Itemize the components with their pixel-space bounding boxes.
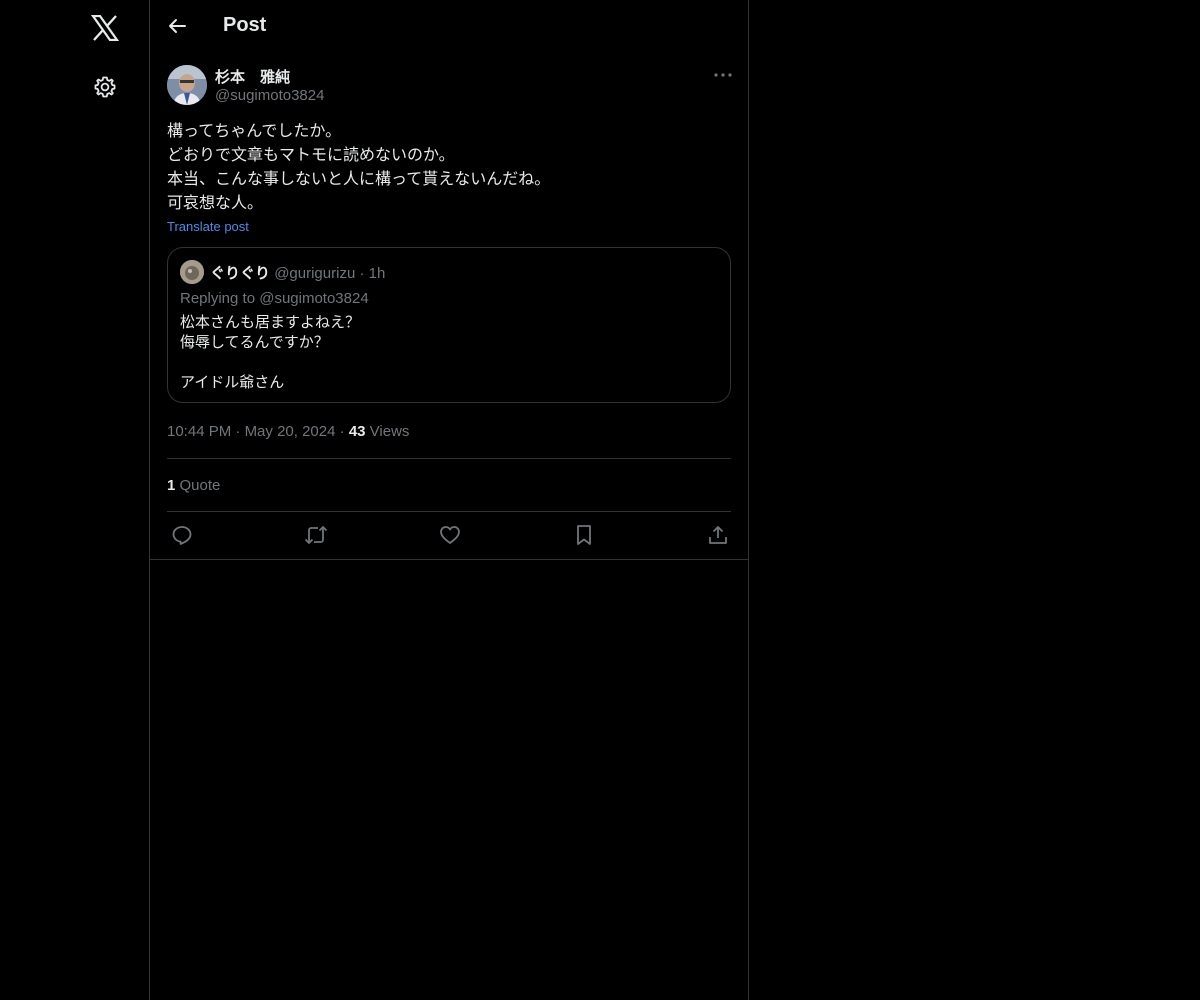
post-time[interactable]: 10:44 PM bbox=[167, 423, 231, 440]
quoted-avatar[interactable] bbox=[180, 260, 204, 284]
separator-dot: · bbox=[359, 265, 365, 282]
replying-to: Replying to @sugimoto3824 bbox=[180, 290, 369, 307]
quoted-post[interactable]: ぐりぐり @gurigurizu · 1h Replying to @sugim… bbox=[167, 247, 731, 403]
post-date[interactable]: May 20, 2024 bbox=[245, 423, 336, 440]
reply-icon[interactable] bbox=[169, 522, 195, 548]
quoted-name[interactable]: ぐりぐり bbox=[210, 265, 270, 282]
post-text-line: 構ってちゃんでしたか。 bbox=[167, 123, 342, 140]
bookmark-icon[interactable] bbox=[571, 522, 597, 548]
translate-post-link[interactable]: Translate post bbox=[167, 219, 249, 234]
quoted-text-line: 侮辱してるんですか？ bbox=[180, 334, 329, 351]
quote-count: 1 bbox=[167, 477, 176, 494]
views-count: 43 bbox=[348, 423, 366, 440]
separator-dot: · bbox=[235, 423, 245, 440]
post-meta: 10:44 PM · May 20, 2024 · 43 Views bbox=[167, 423, 409, 440]
views-label: Views bbox=[369, 423, 410, 440]
like-icon[interactable] bbox=[437, 522, 463, 548]
quoted-text-line bbox=[180, 353, 360, 373]
action-bar bbox=[167, 522, 731, 548]
post-text: 構ってちゃんでしたか。 どおりで文章もマトモに読めないのか。 本当、こんな事しな… bbox=[167, 120, 727, 216]
page-title: Post bbox=[223, 14, 267, 36]
quoted-text-line: アイドル爺さん bbox=[180, 374, 285, 391]
share-icon[interactable] bbox=[705, 522, 731, 548]
arrow-left-icon[interactable] bbox=[164, 13, 190, 39]
divider bbox=[150, 559, 748, 560]
post-text-line: 本当、こんな事しないと人に構って貰えないんだね。 bbox=[167, 171, 551, 188]
quote-label: Quote bbox=[179, 477, 221, 494]
repost-icon[interactable] bbox=[303, 522, 329, 548]
main-column: Post 杉本 雅純 @sugimoto3824 構ってちゃんでしたか。 どおり… bbox=[149, 0, 749, 1000]
post-text-line: どおりで文章もマトモに読めないのか。 bbox=[167, 147, 455, 164]
header: Post bbox=[150, 0, 748, 53]
divider bbox=[167, 458, 731, 459]
left-nav bbox=[0, 0, 149, 1000]
quoted-text-line: 松本さんも居ますよねえ？ bbox=[180, 314, 361, 331]
post-text-line: 可哀想な人。 bbox=[167, 195, 264, 212]
author-handle[interactable]: @sugimoto3824 bbox=[215, 87, 324, 104]
author-name[interactable]: 杉本 雅純 bbox=[215, 66, 290, 87]
quoted-time[interactable]: 1h bbox=[369, 265, 386, 282]
quoted-handle[interactable]: @gurigurizu bbox=[274, 265, 355, 282]
quoted-text: 松本さんも居ますよねえ？ 侮辱してるんですか？ アイドル爺さん bbox=[180, 313, 360, 393]
quoted-header: ぐりぐり @gurigurizu · 1h bbox=[210, 262, 385, 283]
more-options-icon[interactable] bbox=[710, 64, 736, 86]
quotes-count-link[interactable]: 1 Quote bbox=[167, 477, 220, 494]
separator-dot: · bbox=[339, 423, 349, 440]
author-avatar[interactable] bbox=[167, 65, 207, 105]
divider bbox=[167, 511, 731, 512]
x-logo-icon[interactable] bbox=[85, 8, 125, 48]
gear-icon[interactable] bbox=[90, 72, 120, 102]
